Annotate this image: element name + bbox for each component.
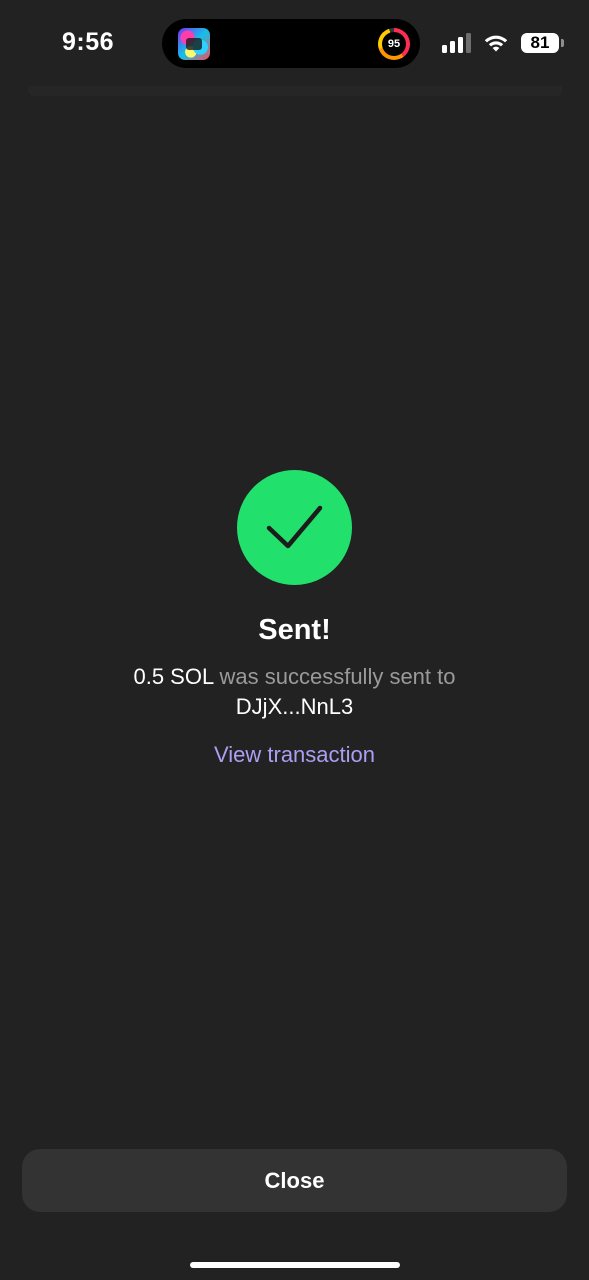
status-indicators: 81 (442, 30, 564, 56)
dynamic-island[interactable]: 95 (162, 19, 420, 68)
close-button[interactable]: Close (22, 1149, 567, 1212)
activity-ring-value: 95 (382, 32, 406, 56)
sent-amount: 0.5 SOL (133, 664, 214, 689)
transaction-sent-screen: 9:56 95 81 Sent! 0.5 SOL was successfull… (0, 0, 589, 1280)
sheet-top-edge (28, 86, 562, 96)
wifi-icon (484, 35, 508, 52)
checkmark-icon (237, 470, 352, 585)
status-time: 9:56 (62, 28, 115, 56)
view-transaction-link[interactable]: View transaction (0, 742, 589, 768)
recipient-address: DJjX...NnL3 (235, 694, 354, 719)
activity-ring-icon[interactable]: 95 (378, 28, 410, 60)
home-indicator[interactable] (190, 1262, 400, 1268)
signal-icon (442, 33, 471, 53)
success-message: 0.5 SOL was successfully sent to DJjX...… (60, 662, 529, 722)
message-text: was successfully sent to (213, 664, 456, 689)
app-icon[interactable] (178, 28, 210, 60)
status-bar: 9:56 95 81 (0, 0, 589, 86)
page-title: Sent! (258, 614, 331, 646)
battery-icon: 81 (521, 33, 564, 53)
